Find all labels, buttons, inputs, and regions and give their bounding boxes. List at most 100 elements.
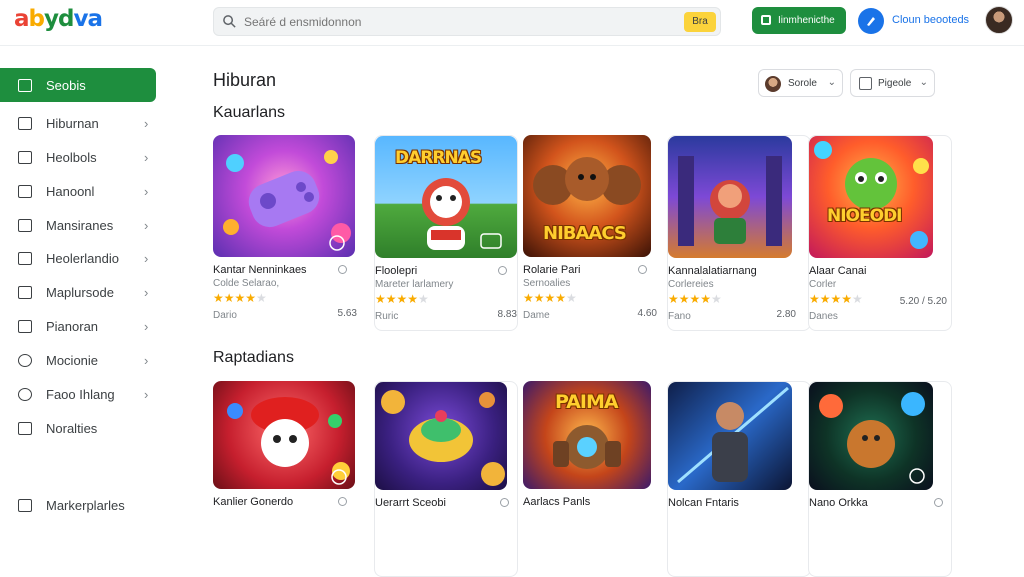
app-card[interactable]: PAIMA Aarlacs Panls: [523, 381, 667, 577]
app-thumbnail[interactable]: [668, 382, 792, 490]
app-price: Fano: [668, 311, 691, 322]
app-publisher: Corlereies: [668, 279, 714, 290]
app-name[interactable]: Aarlacs Panls: [523, 496, 590, 508]
settings-icon[interactable]: [338, 265, 347, 274]
section-title: Raptadians: [213, 349, 294, 366]
bookmark-icon: [18, 117, 32, 130]
app-thumbnail[interactable]: [213, 135, 355, 257]
sort-dropdown[interactable]: Sorole ⌄: [758, 69, 843, 97]
filter-dropdown[interactable]: Pigeole ⌄: [850, 69, 935, 97]
app-logo[interactable]: abydva: [14, 6, 103, 32]
app-price: Danes: [809, 311, 838, 322]
chevron-right-icon: ›: [144, 251, 149, 266]
app-card[interactable]: DARRNAS Floolepri Mareter larlamery ★★★★…: [374, 135, 518, 331]
sidebar-item-2[interactable]: Heolbols ›: [0, 140, 156, 174]
chevron-right-icon: ›: [144, 285, 149, 300]
sidebar-item-label: Maplursode: [46, 285, 114, 300]
app-thumbnail[interactable]: NIBAACS: [523, 135, 651, 257]
thumbnail-title: PAIMA: [555, 391, 619, 413]
sidebar-item-3[interactable]: Hanoonl ›: [0, 174, 156, 208]
sidebar-item-8[interactable]: Mocionie ›: [0, 343, 156, 377]
star-rating: ★★★★★: [375, 292, 429, 306]
settings-icon[interactable]: [498, 266, 507, 275]
sidebar-item-5[interactable]: Heolerlandio ›: [0, 241, 156, 275]
settings-icon[interactable]: [500, 498, 509, 507]
star-rating: ★★★★★: [668, 292, 722, 306]
checkbox[interactable]: [859, 77, 872, 90]
app-card[interactable]: Uerarrt Sceobi: [374, 381, 518, 577]
chevron-right-icon: ›: [144, 184, 149, 199]
chevron-right-icon: ›: [144, 218, 149, 233]
app-thumbnail[interactable]: [668, 136, 792, 258]
app-name[interactable]: Nano Orkka: [809, 497, 868, 509]
app-card[interactable]: NIBAACS Rolarie Pari Sernoalies ★★★★★ Da…: [523, 135, 667, 331]
app-thumbnail[interactable]: NIOEODI: [809, 136, 933, 258]
app-name[interactable]: Alaar Canai: [809, 265, 866, 277]
sidebar-item-1[interactable]: Hiburnan ›: [0, 106, 156, 140]
filter-dropdown-label: Pigeole: [878, 78, 912, 89]
sidebar-item-label: Noralties: [46, 421, 98, 436]
app-name[interactable]: Kanlier Gonerdo: [213, 496, 293, 508]
app-publisher: Sernoalies: [523, 278, 571, 289]
help-icon[interactable]: [858, 8, 884, 34]
sidebar: Seobis Hiburnan › Heolbols › Hanoonl › M…: [0, 58, 170, 513]
thumbnail-title: NIBAACS: [543, 223, 627, 244]
app-card[interactable]: Kantar Nenninkaes Colde Selarao, ★★★★★ D…: [213, 135, 357, 331]
app-size: 5.20 / 5.20: [899, 296, 947, 307]
app-name[interactable]: Nolcan Fntaris: [668, 497, 739, 509]
search-icon: [223, 15, 236, 28]
app-publisher: Corler: [809, 279, 837, 290]
compass-icon: [18, 354, 32, 367]
sidebar-item-label: Pianoran: [46, 319, 99, 334]
chevron-down-icon: ⌄: [919, 77, 928, 88]
app-price: Dame: [523, 310, 550, 321]
gift-icon: [18, 286, 32, 299]
sidebar-item-7[interactable]: Pianoran ›: [0, 309, 156, 343]
sort-dropdown-label: Sorole: [788, 78, 817, 89]
sidebar-item-4[interactable]: Mansiranes ›: [0, 208, 156, 242]
sidebar-item-label: Mansiranes: [46, 218, 114, 233]
app-name[interactable]: Kantar Nenninkaes: [213, 264, 307, 276]
app-name[interactable]: Floolepri: [375, 265, 417, 277]
sidebar-item-6[interactable]: Maplursode ›: [0, 275, 156, 309]
image-icon: [18, 151, 32, 164]
app-card[interactable]: Kanlier Gonerdo: [213, 381, 357, 577]
search-input[interactable]: [244, 13, 684, 31]
download-icon: [761, 15, 771, 25]
sidebar-item-11[interactable]: Markerplarles: [0, 488, 156, 522]
app-name[interactable]: Rolarie Pari: [523, 264, 580, 276]
app-card[interactable]: Nano Orkka: [808, 381, 952, 577]
settings-icon[interactable]: [638, 265, 647, 274]
app-card[interactable]: Nolcan Fntaris: [667, 381, 811, 577]
star-rating: ★★★★★: [523, 291, 577, 305]
install-button[interactable]: Iinmhenicthe: [752, 7, 846, 34]
app-name[interactable]: Kannalalatiarnang: [668, 265, 757, 277]
app-thumbnail[interactable]: [375, 382, 507, 490]
chevron-right-icon: ›: [144, 150, 149, 165]
app-thumbnail[interactable]: [809, 382, 933, 490]
sidebar-item-9[interactable]: Faoo Ihlang ›: [0, 377, 156, 411]
sidebar-item-label: Heolbols: [46, 150, 97, 165]
search-bar: Bra: [213, 7, 721, 36]
star-rating: ★★★★★: [213, 291, 267, 305]
app-card[interactable]: NIOEODI Alaar Canai Corler ★★★★★ Danes 5…: [808, 135, 952, 331]
chevron-right-icon: ›: [144, 116, 149, 131]
sidebar-item-10[interactable]: Noralties: [0, 411, 156, 445]
app-thumbnail[interactable]: [213, 381, 355, 489]
app-size: 5.63: [337, 308, 357, 319]
app-card[interactable]: Kannalalatiarnang Corlereies ★★★★★ Fano …: [667, 135, 811, 331]
sidebar-item-label: Heolerlandio: [46, 251, 119, 266]
sidebar-item-label: Markerplarles: [46, 498, 125, 513]
app-publisher: Colde Selarao,: [213, 278, 280, 289]
app-thumbnail[interactable]: PAIMA: [523, 381, 651, 489]
sidebar-item-store[interactable]: Seobis: [0, 68, 156, 102]
app-thumbnail[interactable]: DARRNAS: [375, 136, 517, 258]
chevron-down-icon: ⌄: [827, 77, 836, 88]
user-avatar[interactable]: [985, 6, 1013, 34]
settings-icon[interactable]: [338, 497, 347, 506]
settings-icon[interactable]: [934, 498, 943, 507]
search-button[interactable]: Bra: [684, 12, 716, 32]
avatar: [765, 76, 781, 92]
help-link[interactable]: Cloun beooteds: [892, 14, 969, 26]
app-name[interactable]: Uerarrt Sceobi: [375, 497, 446, 509]
